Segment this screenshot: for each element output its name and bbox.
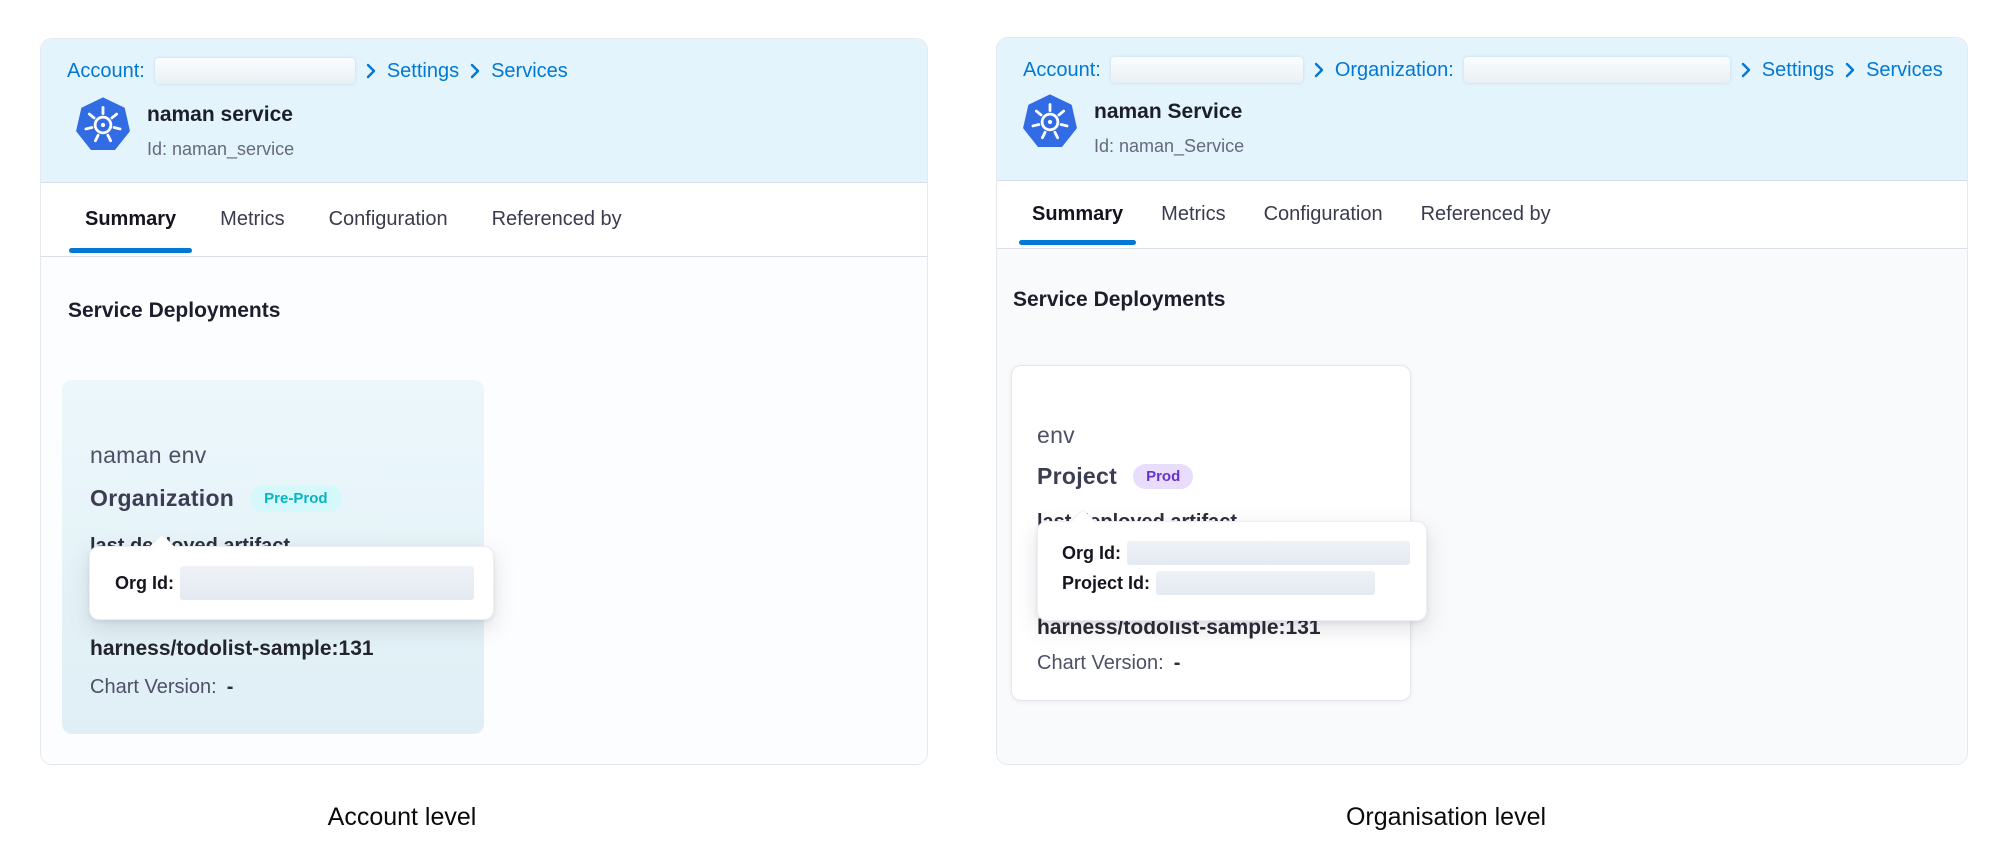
env-name: env: [1037, 422, 1075, 449]
breadcrumb-account-link[interactable]: Account:: [67, 60, 145, 83]
service-name: naman service: [147, 103, 294, 127]
tab-bar: Summary Metrics Configuration Referenced…: [997, 181, 1967, 249]
tab-bar: Summary Metrics Configuration Referenced…: [41, 183, 927, 257]
redacted-account-name: [155, 58, 355, 84]
kubernetes-icon: [1022, 94, 1078, 150]
section-title-service-deployments: Service Deployments: [68, 299, 280, 323]
service-title-block: naman service Id: naman_service: [147, 97, 294, 160]
tooltip-project-row: Project Id:: [1062, 571, 1426, 595]
breadcrumb-settings-link[interactable]: Settings: [387, 60, 459, 83]
service-id: Id: naman_Service: [1094, 136, 1244, 157]
chart-version-line: Chart Version:-: [90, 676, 233, 699]
breadcrumb-organization-link[interactable]: Organization:: [1335, 59, 1454, 82]
env-type-badge: Prod: [1133, 464, 1193, 489]
chevron-right-icon: [1313, 61, 1325, 79]
chevron-right-icon: [365, 62, 377, 80]
env-name: naman env: [90, 442, 207, 469]
chevron-right-icon: [1844, 61, 1856, 79]
breadcrumb-account-link[interactable]: Account:: [1023, 59, 1101, 82]
tab-referenced-by[interactable]: Referenced by: [1408, 181, 1564, 248]
caption-account-level: Account level: [328, 803, 477, 832]
breadcrumb: Account: Settings Services: [67, 55, 568, 87]
org-id-label: Org Id:: [1062, 543, 1121, 564]
service-id: Id: naman_service: [147, 139, 294, 160]
org-id-label: Org Id:: [115, 573, 174, 594]
tab-summary[interactable]: Summary: [69, 183, 192, 256]
env-scope-label: Organization: [90, 485, 234, 512]
env-scope-row: Project Prod: [1037, 463, 1193, 490]
service-name: naman Service: [1094, 100, 1244, 124]
caption-organisation-level: Organisation level: [1346, 803, 1546, 832]
chevron-right-icon: [1740, 61, 1752, 79]
section-title-service-deployments: Service Deployments: [1013, 288, 1225, 312]
redacted-project-id: [1156, 571, 1375, 595]
redacted-account-name: [1111, 57, 1303, 83]
tooltip-org-row: Org Id:: [1062, 541, 1426, 565]
account-level-panel: Account: Settings Services: [40, 38, 928, 765]
breadcrumb-services-link[interactable]: Services: [491, 60, 568, 83]
env-scope-label: Project: [1037, 463, 1117, 490]
kubernetes-icon: [75, 97, 131, 153]
service-title-block: naman Service Id: naman_Service: [1094, 94, 1244, 157]
artifact-name: harness/todolist-sample:131: [90, 637, 374, 661]
redacted-organization-name: [1464, 57, 1730, 83]
screenshot-canvas: Account: Settings Services: [0, 0, 2000, 865]
chart-version-label: Chart Version:: [1037, 652, 1164, 674]
tab-metrics[interactable]: Metrics: [1148, 181, 1238, 248]
project-id-label: Project Id:: [1062, 573, 1150, 594]
chart-version-line: Chart Version:-: [1037, 652, 1180, 675]
tooltip-org-row: Org Id:: [115, 566, 474, 600]
scope-id-tooltip: Org Id: Project Id:: [1037, 521, 1427, 621]
chevron-right-icon: [469, 62, 481, 80]
service-title-row: naman service Id: naman_service: [75, 97, 294, 160]
redacted-org-id: [1127, 541, 1410, 565]
chart-version-value: -: [1174, 652, 1181, 674]
tab-referenced-by[interactable]: Referenced by: [476, 183, 638, 256]
chart-version-label: Chart Version:: [90, 676, 217, 698]
tab-configuration[interactable]: Configuration: [313, 183, 464, 256]
service-title-row: naman Service Id: naman_Service: [1022, 94, 1244, 157]
tab-metrics[interactable]: Metrics: [204, 183, 300, 256]
breadcrumb-services-link[interactable]: Services: [1866, 59, 1943, 82]
organisation-level-panel: Account: Organization: Settings Services: [996, 37, 1968, 765]
scope-id-tooltip: Org Id:: [89, 546, 494, 620]
tab-summary[interactable]: Summary: [1019, 181, 1136, 248]
breadcrumb: Account: Organization: Settings Services: [1023, 54, 1943, 86]
breadcrumb-settings-link[interactable]: Settings: [1762, 59, 1834, 82]
tab-configuration[interactable]: Configuration: [1251, 181, 1396, 248]
chart-version-value: -: [227, 676, 234, 698]
env-type-badge: Pre-Prod: [250, 485, 341, 512]
redacted-org-id: [180, 566, 474, 600]
env-scope-row: Organization Pre-Prod: [90, 485, 342, 512]
